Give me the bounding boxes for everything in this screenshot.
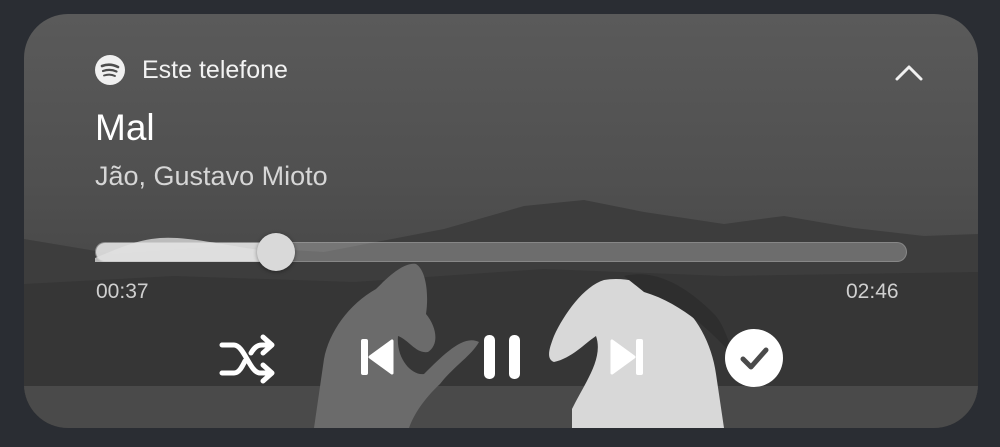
- track-title: Mal: [95, 107, 155, 148]
- skip-previous-icon[interactable]: [359, 335, 395, 379]
- elapsed-time: 00:37: [96, 280, 149, 303]
- output-device-label[interactable]: Este telefone: [142, 56, 288, 85]
- chevron-up-icon[interactable]: [894, 58, 924, 88]
- spotify-icon: [95, 55, 125, 85]
- track-artist: Jão, Gustavo Mioto: [95, 161, 328, 191]
- total-duration: 02:46: [846, 280, 899, 303]
- media-player-card[interactable]: Este telefone Mal Jão, Gustavo Mioto 00:…: [24, 14, 978, 428]
- skip-next-icon[interactable]: [609, 335, 645, 379]
- waveform-decoration: [95, 237, 275, 262]
- shuffle-icon[interactable]: [218, 331, 278, 387]
- seek-thumb[interactable]: [257, 233, 296, 271]
- header: Este telefone: [95, 55, 288, 85]
- check-circle-icon[interactable]: [725, 329, 783, 387]
- pause-icon[interactable]: [480, 332, 524, 382]
